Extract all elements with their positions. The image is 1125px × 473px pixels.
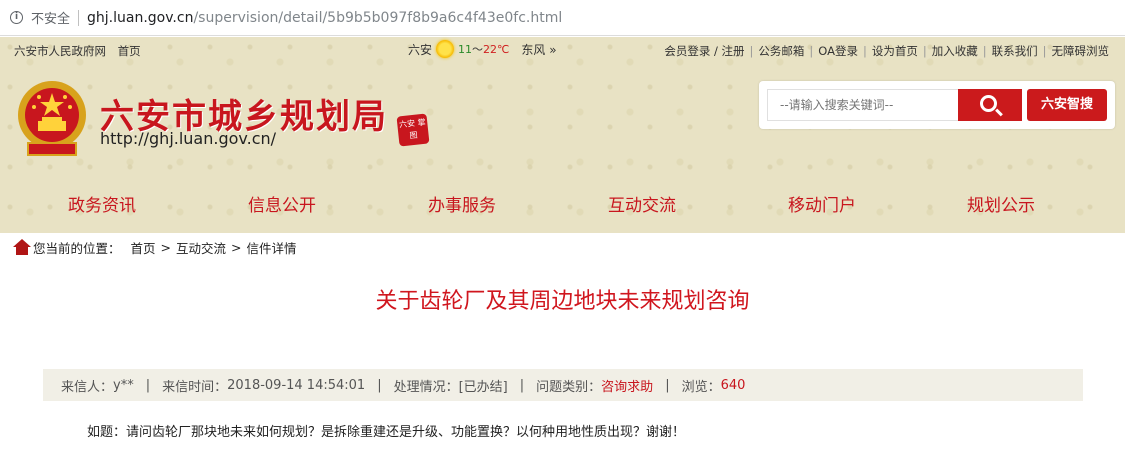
wind-info: 东风 »: [521, 42, 557, 57]
official-mail-link[interactable]: 公务邮箱: [758, 44, 804, 58]
oa-login-link[interactable]: OA登录: [818, 44, 858, 58]
address-bar[interactable]: i 不安全 ghj.luan.gov.cn/supervision/detail…: [0, 0, 1125, 36]
nav-item-planning-notice[interactable]: 规划公示: [967, 191, 1035, 216]
search-icon: [980, 95, 997, 112]
top-right-links: 会员登录 / 注册 | 公务邮箱 | OA登录 | 设为首页 | 加入收藏 | 联系我们 | 无障碍浏览: [664, 44, 1110, 58]
temp-low: 11: [458, 42, 473, 56]
home-link[interactable]: 首页: [118, 44, 141, 58]
search-button[interactable]: [958, 89, 1022, 121]
search-input[interactable]: [767, 89, 959, 121]
security-label[interactable]: 不安全: [31, 8, 70, 27]
status-label: 处理情况：: [393, 379, 459, 395]
temp-high: 22℃: [483, 42, 510, 56]
add-favorite-link[interactable]: 加入收藏: [932, 44, 978, 58]
top-left-links: 六安市人民政府网 首页: [14, 43, 149, 59]
status-value: [已办结]: [458, 379, 508, 395]
breadcrumb-letter-detail[interactable]: 信件详情: [247, 238, 297, 257]
search-box: 六安智搜: [759, 81, 1115, 129]
nav-item-news[interactable]: 政务资讯: [68, 191, 136, 216]
nav-item-services[interactable]: 办事服务: [428, 191, 496, 216]
national-emblem-icon: [18, 81, 86, 156]
meta-divider: |: [145, 377, 151, 393]
sender-value: y**: [113, 377, 134, 393]
meta-divider: |: [665, 377, 670, 393]
views-value: 640: [720, 377, 746, 393]
letter-meta: 来信人： y** | 来信时间： 2018-09-14 14:54:01 | 处理情…: [43, 369, 1083, 401]
letter-title: 关于齿轮厂及其周边地块未来规划咨询: [375, 289, 750, 314]
breadcrumb-arrow: >: [231, 239, 242, 255]
meta-divider: |: [377, 377, 382, 393]
meta-divider: |: [519, 377, 525, 393]
time-label: 来信时间：: [162, 379, 228, 395]
views-label: 浏览：: [681, 379, 721, 395]
sender-label: 来信人：: [61, 379, 114, 395]
breadcrumb: 您当前的位置： 首页 > 互动交流 > 信件详情: [5, 233, 1120, 261]
main-nav: 政务资讯 信息公开 办事服务 互动交流 移动门户 规划公示: [0, 183, 1125, 223]
letter-content: 关于齿轮厂及其周边地块未来规划咨询 来信人： y** | 来信时间： 2018-09…: [5, 269, 1120, 473]
weather-widget: 六安 11 ～ 22℃ 东风 »: [408, 40, 557, 58]
breadcrumb-label: 您当前的位置：: [33, 240, 121, 256]
gov-site-link[interactable]: 六安市人民政府网: [14, 44, 106, 58]
category-label: 问题类别：: [536, 379, 602, 395]
breadcrumb-home[interactable]: 首页: [131, 238, 156, 257]
url-host[interactable]: ghj.luan.gov.cn: [87, 10, 193, 26]
temp-separator: ～: [472, 43, 484, 56]
breadcrumb-arrow: >: [160, 239, 172, 255]
nav-item-interaction[interactable]: 互动交流: [608, 191, 676, 216]
url-path[interactable]: /supervision/detail/5b9b5b097f8b9a6c4f43…: [193, 10, 562, 26]
divider: [78, 9, 80, 26]
breadcrumb-interaction[interactable]: 互动交流: [176, 238, 226, 257]
info-icon[interactable]: i: [10, 11, 23, 24]
letter-question: 如题：请问齿轮厂那块地未来如何规划？是拆除重建还是升级、功能置换？以何种用地性质…: [87, 425, 686, 440]
set-homepage-link[interactable]: 设为首页: [872, 44, 918, 58]
site: 六安市人民政府网 首页 六安 11 ～ 22℃ 东风 » 会员登录 / 注册 | 公务邮…: [0, 37, 1125, 473]
weather-city: 六安: [408, 42, 433, 57]
time-value: 2018-09-14 14:54:01: [227, 377, 366, 393]
accessibility-link[interactable]: 无障碍浏览: [1052, 44, 1110, 58]
contact-us-link[interactable]: 联系我们: [992, 44, 1038, 58]
category-value: 咨询求助: [601, 379, 654, 395]
top-bar: 六安市人民政府网 首页 六安 11 ～ 22℃ 东风 » 会员登录 / 注册 | 公务邮…: [0, 37, 1125, 63]
member-login-link[interactable]: 会员登录 / 注册: [664, 44, 744, 58]
seal-stamp: 六安 掌图: [396, 113, 430, 147]
smart-search-button[interactable]: 六安智搜: [1027, 89, 1107, 121]
site-url: http://ghj.luan.gov.cn/: [100, 129, 277, 148]
sun-icon: [436, 40, 455, 58]
nav-item-info-disclosure[interactable]: 信息公开: [248, 191, 316, 216]
nav-item-mobile[interactable]: 移动门户: [788, 191, 856, 216]
